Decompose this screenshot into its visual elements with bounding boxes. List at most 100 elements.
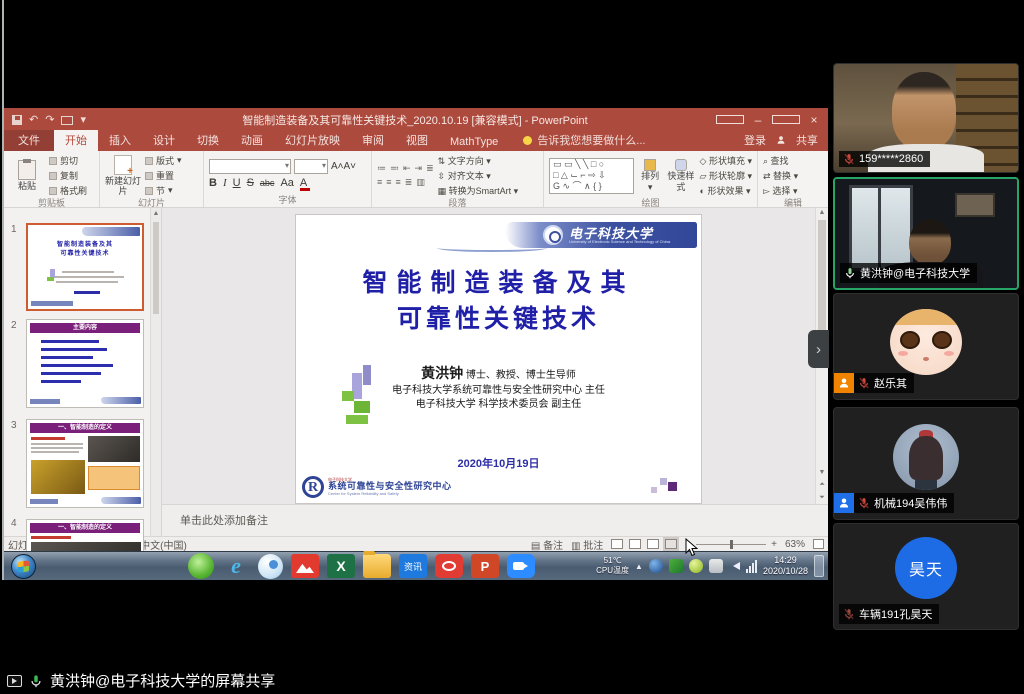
change-case-button[interactable]: Aa xyxy=(280,177,293,189)
layout-button[interactable]: 版式 ▾ xyxy=(145,154,182,167)
zoom-in-icon[interactable]: + xyxy=(771,539,777,550)
participant-video-2-active-speaker[interactable]: 黄洪钟@电子科技大学 xyxy=(833,177,1019,290)
slide-sorter-view-button[interactable] xyxy=(629,539,641,549)
tray-expand-icon[interactable]: ▲ xyxy=(635,562,643,571)
internet-explorer-icon[interactable]: e xyxy=(222,554,250,578)
new-slide-button[interactable]: 新建幻灯片 xyxy=(105,155,141,197)
network-icon[interactable] xyxy=(746,560,757,573)
save-icon[interactable] xyxy=(12,115,22,125)
zoom-knob[interactable] xyxy=(730,540,733,549)
notes-toggle-button[interactable]: ▤ 备注 xyxy=(531,537,563,552)
ribbon-display-options-icon[interactable] xyxy=(716,108,744,132)
tab-slideshow[interactable]: 幻灯片放映 xyxy=(274,130,351,151)
sidebar-collapse-handle[interactable]: › xyxy=(808,330,829,368)
tab-animations[interactable]: 动画 xyxy=(230,130,274,151)
italic-button[interactable]: I xyxy=(223,177,227,189)
fit-slide-to-window-button[interactable] xyxy=(813,539,824,549)
powerpoint-taskbar-icon[interactable]: P xyxy=(471,554,499,578)
replace-button[interactable]: ⇄ 替换 ▾ xyxy=(763,169,798,182)
list-indent-icons[interactable]: ≔≕⇤⇥≣ xyxy=(377,163,434,174)
start-button[interactable] xyxy=(11,554,36,579)
section-button[interactable]: 节 ▾ xyxy=(145,184,182,197)
redo-icon[interactable]: ↷ xyxy=(45,115,54,126)
slideshow-view-button[interactable] xyxy=(665,539,677,549)
notes-pane[interactable]: 单击此处添加备注 xyxy=(162,504,828,536)
underline-button[interactable]: U xyxy=(233,177,241,189)
format-painter-button[interactable]: 格式刷 xyxy=(49,184,87,197)
tray-icon-1[interactable] xyxy=(649,559,663,573)
alignment-icons[interactable]: ≡≡≡≣▥ xyxy=(377,177,434,188)
find-button[interactable]: ⌕ 查找 xyxy=(763,154,798,167)
shape-fill-button[interactable]: ◇ 形状填充 ▾ xyxy=(700,154,752,167)
bold-button[interactable]: B xyxy=(209,177,217,189)
language-indicator[interactable]: 中文(中国) xyxy=(140,537,187,552)
tab-mathtype[interactable]: MathType xyxy=(439,134,509,151)
normal-view-button[interactable] xyxy=(611,539,623,549)
scrollbar-thumb[interactable] xyxy=(153,222,159,314)
taskbar-clock[interactable]: 14:29 2020/10/28 xyxy=(763,555,808,578)
slide-canvas[interactable]: 电子科技大学 University of Electronic Science … xyxy=(296,215,701,503)
tab-insert[interactable]: 插入 xyxy=(98,130,142,151)
participant-video-1[interactable]: 159*****2860 xyxy=(833,63,1019,173)
grow-shrink-font-icons[interactable]: A˄A˅ xyxy=(331,161,356,172)
comments-toggle-button[interactable]: ▥ 批注 xyxy=(571,537,603,552)
tab-file[interactable]: 文件 xyxy=(4,130,54,151)
news-app-icon[interactable]: 资讯 xyxy=(399,554,427,578)
red-app-icon[interactable] xyxy=(435,554,463,578)
share-button[interactable]: 共享 xyxy=(796,132,818,148)
close-icon[interactable]: × xyxy=(800,108,828,132)
slide-thumbnail-3[interactable]: 一、智能制造的定义 xyxy=(26,419,144,508)
volume-icon[interactable] xyxy=(729,562,740,570)
scroll-up-arrow[interactable]: ▲ xyxy=(816,209,828,216)
tab-design[interactable]: 设计 xyxy=(142,130,186,151)
strikethrough-button[interactable]: S xyxy=(247,177,254,189)
thumbnail-scrollbar[interactable]: ▲ xyxy=(150,208,161,536)
image-viewer-icon[interactable] xyxy=(291,554,319,578)
tab-transitions[interactable]: 切换 xyxy=(186,130,230,151)
tell-me-box[interactable]: 告诉我您想要做什么... xyxy=(523,132,645,151)
shapes-gallery[interactable]: ▭ ▭ ╲ ╲ □ ○ □ △ ⌙ ⌐ ⇨ ⇩ G ∿ ⌒ ∧ { } xyxy=(549,158,634,194)
clear-formatting-button[interactable]: abc xyxy=(260,178,275,188)
zoom-slider[interactable]: − + xyxy=(685,539,777,550)
reset-button[interactable]: 重置 xyxy=(145,169,182,182)
tab-review[interactable]: 审阅 xyxy=(351,130,395,151)
undo-icon[interactable]: ↶ xyxy=(29,115,38,126)
participant-video-4[interactable]: 机械194吴伟伟 xyxy=(833,407,1019,520)
minimize-icon[interactable]: – xyxy=(744,108,772,132)
tray-icon-2[interactable] xyxy=(669,559,683,573)
tray-icon-3[interactable] xyxy=(689,559,703,573)
slide-thumbnail-1[interactable]: 智能制造装备及其可靠性关键技术 xyxy=(26,223,144,311)
tray-notes-icon[interactable] xyxy=(709,559,723,573)
scrollbar-thumb[interactable] xyxy=(818,220,826,330)
participant-video-5[interactable]: 昊天 车辆191孔昊天 xyxy=(833,523,1019,630)
paste-button[interactable]: 粘贴 xyxy=(9,160,45,191)
slide-thumbnail-2[interactable]: 主要内容 xyxy=(26,319,144,408)
tab-home[interactable]: 开始 xyxy=(54,130,98,151)
scroll-down-arrow[interactable]: ▼ xyxy=(819,469,826,476)
text-direction-button[interactable]: ⇅ 文字方向 ▾ xyxy=(438,154,519,167)
font-color-button[interactable]: A xyxy=(300,177,307,189)
scroll-up-arrow[interactable]: ▲ xyxy=(151,208,161,219)
font-name-combobox[interactable] xyxy=(209,159,291,174)
browser-moon-icon[interactable] xyxy=(258,554,283,579)
excel-icon[interactable]: X xyxy=(327,554,355,578)
file-explorer-icon[interactable] xyxy=(363,554,391,578)
restore-icon[interactable] xyxy=(772,108,800,132)
show-desktop-button[interactable] xyxy=(814,555,824,577)
align-text-button[interactable]: ⇳ 对齐文本 ▾ xyxy=(438,169,519,182)
tab-view[interactable]: 视图 xyxy=(395,130,439,151)
font-size-combobox[interactable] xyxy=(294,159,328,174)
arrange-button[interactable]: 排列▾ xyxy=(638,159,662,192)
qat-customize-icon[interactable]: ▾ xyxy=(80,115,86,126)
shape-effects-button[interactable]: ◐ 形状效果 ▾ xyxy=(700,184,752,197)
slideshow-icon[interactable] xyxy=(61,116,73,125)
tencent-meeting-icon[interactable] xyxy=(507,554,535,578)
select-button[interactable]: ▻ 选择 ▾ xyxy=(763,184,798,197)
sign-in-button[interactable]: 登录 xyxy=(744,132,766,148)
next-slide-button[interactable]: ⏷ xyxy=(819,494,825,502)
quick-styles-button[interactable]: 快速样式 xyxy=(666,159,695,192)
convert-smartart-button[interactable]: ▦ 转换为SmartArt ▾ xyxy=(438,184,519,197)
participant-video-3[interactable]: 赵乐其 xyxy=(833,293,1019,400)
copy-button[interactable]: 复制 xyxy=(49,169,87,182)
shape-outline-button[interactable]: ▱ 形状轮廓 ▾ xyxy=(700,169,752,182)
